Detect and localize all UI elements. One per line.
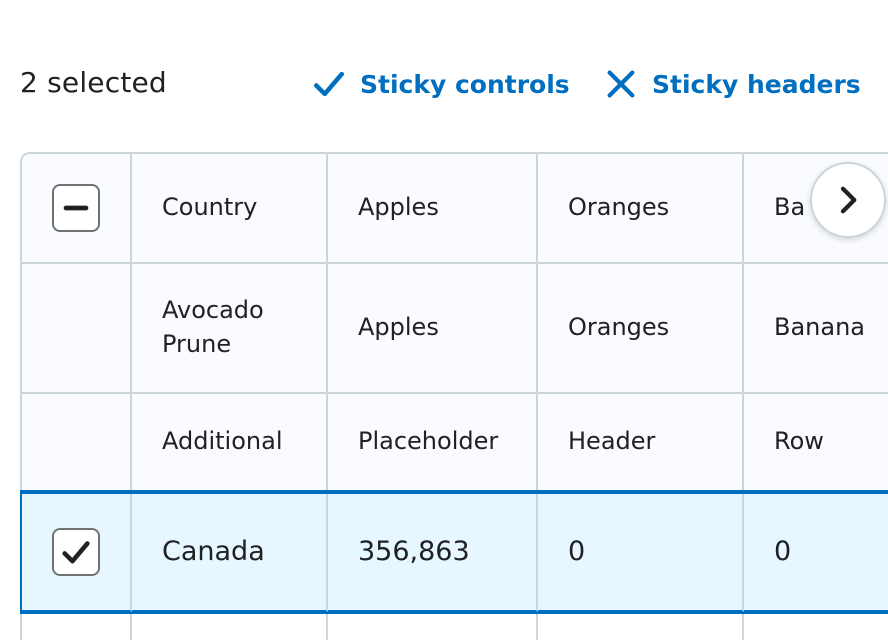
header-cell: Header — [538, 394, 744, 492]
table-cell: 356,863 — [328, 494, 538, 612]
table-header-row: Country Apples Oranges Ba — [22, 154, 888, 264]
table-header-row: Avocado Prune Apples Oranges Banana — [22, 264, 888, 394]
header-cell: Banana — [744, 264, 888, 394]
header-cell: Apples — [328, 264, 538, 394]
header-spacer-cell — [22, 394, 132, 492]
check-icon — [313, 71, 345, 97]
selected-count: 2 selected — [20, 66, 167, 99]
table-cell — [132, 612, 328, 640]
minus-icon — [63, 205, 89, 211]
header-spacer-cell — [22, 264, 132, 394]
close-icon — [607, 70, 635, 98]
header-cell: Row — [744, 394, 888, 492]
table-header-row: Additional Placeholder Header Row — [22, 394, 888, 492]
table-cell — [744, 612, 888, 640]
header-cell: Placeholder — [328, 394, 538, 492]
table-cell — [538, 612, 744, 640]
data-table: Country Apples Oranges Ba Avocado Prune … — [20, 152, 888, 640]
scroll-right-button[interactable] — [810, 162, 886, 238]
chevron-right-icon — [840, 186, 857, 214]
table-cell — [22, 612, 132, 640]
sticky-headers-label: Sticky headers — [652, 69, 861, 99]
table-cell — [328, 612, 538, 640]
sticky-controls-label: Sticky controls — [360, 69, 570, 99]
table-controls: 2 selected Sticky controls Sticky header… — [0, 0, 888, 140]
row-select-cell — [22, 494, 132, 612]
table-row[interactable]: Canada 356,863 0 0 — [22, 492, 888, 612]
column-header-apples[interactable]: Apples — [328, 154, 538, 264]
column-header-country[interactable]: Country — [132, 154, 328, 264]
select-all-cell — [22, 154, 132, 264]
table-cell: 0 — [744, 494, 888, 612]
column-header-oranges[interactable]: Oranges — [538, 154, 744, 264]
header-cell: Additional — [132, 394, 328, 492]
header-cell: Avocado Prune — [132, 264, 328, 394]
select-all-checkbox[interactable] — [52, 184, 100, 232]
header-cell: Oranges — [538, 264, 744, 394]
table-row[interactable] — [22, 612, 888, 640]
row-select-checkbox[interactable] — [52, 528, 100, 576]
table-cell: 0 — [538, 494, 744, 612]
sticky-controls-button[interactable]: Sticky controls — [312, 62, 570, 106]
check-icon — [62, 541, 90, 564]
table-cell: Canada — [132, 494, 328, 612]
sticky-headers-button[interactable]: Sticky headers — [604, 62, 861, 106]
